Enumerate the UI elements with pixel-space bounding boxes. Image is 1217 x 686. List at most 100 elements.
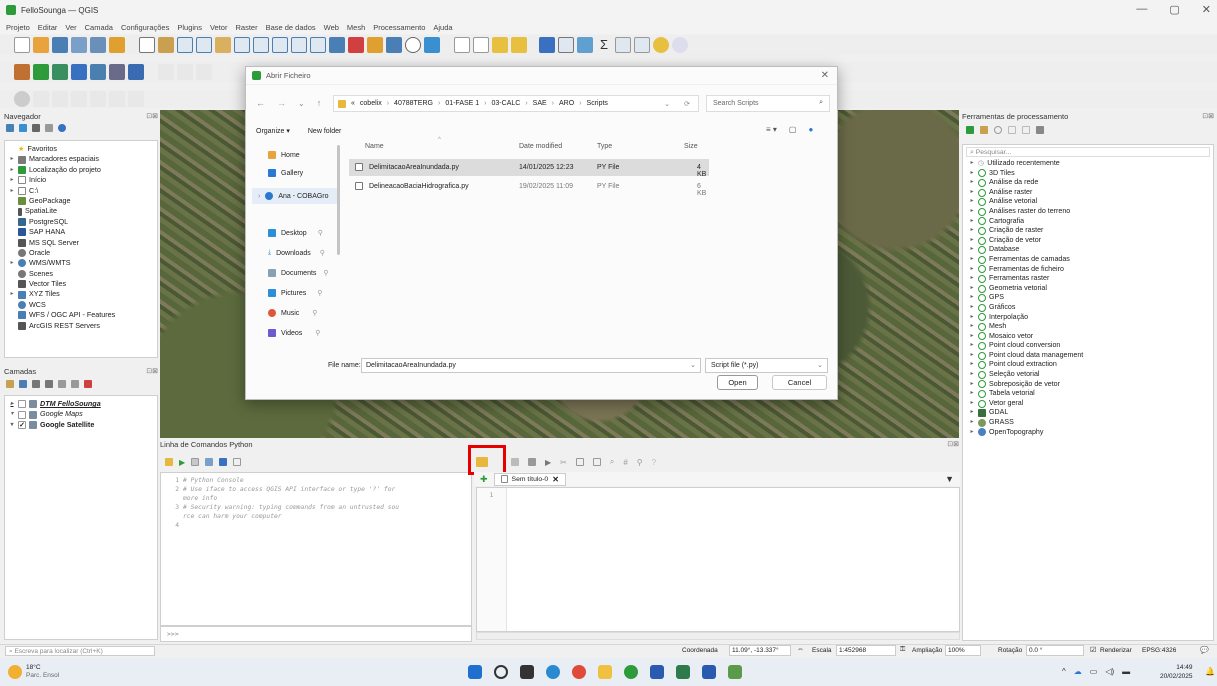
layer-checkbox[interactable] <box>18 410 26 419</box>
preview-pane-icon[interactable]: ▢ <box>789 125 797 134</box>
sidebar-item-onedrive[interactable]: › Ana - COBAGro <box>252 188 338 204</box>
proc-item-gdal[interactable]: ▸ GDAL <box>969 408 1207 418</box>
sidebar-item-gallery[interactable]: Gallery <box>268 169 303 177</box>
filter-legend-icon[interactable] <box>45 380 53 388</box>
close-tab-icon[interactable]: ✕ <box>552 475 559 484</box>
menu-plugins[interactable]: Plugins <box>177 23 202 32</box>
run-script-icon[interactable]: ▶ <box>545 458 551 467</box>
panel-float-close-icon[interactable]: ⊡⊠ <box>146 367 158 377</box>
copy-icon[interactable] <box>575 458 584 466</box>
lock-scale-icon[interactable]: ⚿ <box>900 646 905 654</box>
add-mesh-layer-icon[interactable] <box>90 64 106 80</box>
run-command-icon[interactable]: ▶ <box>179 458 185 467</box>
clock-icon[interactable] <box>405 37 421 53</box>
proc-item[interactable]: ▸ Point cloud data management <box>969 351 1207 361</box>
field-calculator-icon[interactable] <box>577 37 593 53</box>
organize-button[interactable]: Organize ▾ <box>256 127 290 135</box>
sidebar-scrollbar[interactable] <box>337 145 340 255</box>
menu-projeto[interactable]: Projeto <box>6 23 30 32</box>
zoom-native-icon[interactable] <box>272 37 288 53</box>
proc-item-recent[interactable]: ▸ ◷ Utilizado recentemente <box>969 159 1207 169</box>
coordinate-field[interactable]: 11.09°, -13.337° <box>729 645 791 656</box>
add-vector-layer-icon[interactable] <box>52 64 68 80</box>
proc-item[interactable]: ▸ Ferramentas de camadas <box>969 255 1207 265</box>
chrome-icon[interactable] <box>572 665 586 679</box>
add-group-icon[interactable] <box>19 380 27 388</box>
sidebar-item-desktop[interactable]: Desktop ⚲ <box>268 229 323 237</box>
options-icon[interactable] <box>1036 126 1044 134</box>
layer-checkbox[interactable] <box>18 400 26 409</box>
label-tool-icon[interactable] <box>33 91 49 107</box>
sidebar-item-downloads[interactable]: ⤓ Downloads ⚲ <box>268 249 325 257</box>
visibility-icon[interactable] <box>32 380 40 388</box>
proc-item[interactable]: ▸ Tabela vetorial <box>969 389 1207 399</box>
layer-google-maps[interactable]: ▾ Google Maps <box>9 409 153 419</box>
show-editor-icon[interactable] <box>191 458 200 466</box>
history-icon[interactable] <box>994 126 1002 134</box>
expand-all-icon[interactable] <box>58 380 66 388</box>
help-icon[interactable] <box>219 458 228 466</box>
style-manager-icon[interactable] <box>109 37 125 53</box>
navigator-item-wms[interactable]: ▸ WMS/WMTS <box>9 258 153 268</box>
add-delimited-icon[interactable] <box>128 64 144 80</box>
navigator-item-localizacao[interactable]: ▸ Localização do projeto <box>9 165 153 175</box>
proc-item[interactable]: ▸ 3D Tiles <box>969 169 1207 179</box>
address-dropdown-icon[interactable]: ⌄ <box>664 100 670 108</box>
qgis-taskbar-icon[interactable] <box>624 665 638 679</box>
editor-horizontal-scrollbar[interactable] <box>476 632 960 640</box>
weather-widget[interactable]: 18°C Parc. Ensol <box>8 664 59 680</box>
file-explorer-icon[interactable] <box>598 665 612 679</box>
sidebar-item-music[interactable]: Music ⚲ <box>268 309 317 317</box>
add-raster-layer-icon[interactable] <box>71 64 87 80</box>
magnifier-field[interactable]: 100% <box>945 645 981 656</box>
navigator-item-geopackage[interactable]: GeoPackage <box>9 196 153 206</box>
add-layer-icon[interactable] <box>33 64 49 80</box>
new-map-view-icon[interactable] <box>329 37 345 53</box>
cut-icon[interactable]: ✂ <box>560 458 567 467</box>
print-layout-icon[interactable] <box>90 37 106 53</box>
menu-mesh[interactable]: Mesh <box>347 23 365 32</box>
clock[interactable]: 14:49 20/02/2025 <box>1160 663 1193 681</box>
proc-item[interactable]: ▸ Mosaico vetor <box>969 332 1207 342</box>
label-show-icon[interactable] <box>71 91 87 107</box>
digitize-icon[interactable] <box>158 64 174 80</box>
paste-icon[interactable] <box>592 458 601 466</box>
settings-icon[interactable] <box>233 458 242 466</box>
menu-editar[interactable]: Editar <box>38 23 58 32</box>
proc-item[interactable]: ▸ Point cloud conversion <box>969 341 1207 351</box>
processing-search-input[interactable]: ⌕ Pesquisar... <box>966 147 1210 157</box>
save-as-script-icon[interactable] <box>528 458 536 466</box>
select-icon[interactable] <box>473 37 489 53</box>
address-bar[interactable]: « cobelix › 40788TERG › 01-FASE 1 › 03-CALC… <box>333 95 699 112</box>
file-row[interactable]: DelimitacaoAreaInundada.py 14/01/2025 12… <box>349 159 709 178</box>
proc-item[interactable]: ▸ Vetor geral <box>969 399 1207 409</box>
tabs-list-icon[interactable]: ▼ <box>945 474 954 484</box>
proc-item[interactable]: ▸ Sobreposição de vetor <box>969 380 1207 390</box>
column-type[interactable]: Type <box>597 143 612 150</box>
search-scripts-input[interactable]: Search Scripts ⌕ <box>706 95 830 112</box>
locator-input[interactable]: ⌕ Escreva para localizar (Ctrl+K) <box>5 646 155 656</box>
temporal-icon[interactable] <box>386 37 402 53</box>
edge-icon[interactable] <box>546 665 560 679</box>
proc-item-grass[interactable]: ▸ GRASS <box>969 418 1207 428</box>
up-icon[interactable]: ↑ <box>317 98 322 108</box>
results-icon[interactable] <box>1008 126 1016 134</box>
panel-float-close-icon[interactable]: ⊡⊠ <box>1202 112 1214 122</box>
navigator-item-spatialite[interactable]: SpatiaLite <box>9 206 153 216</box>
identify-icon[interactable] <box>454 37 470 53</box>
column-name[interactable]: Name <box>365 143 384 150</box>
add-tab-icon[interactable]: ✚ <box>480 474 488 485</box>
column-size[interactable]: Size <box>684 143 698 150</box>
file-name-input[interactable]: DelimitacaoAreaInundada.py ⌄ <box>361 358 701 373</box>
deselect-icon[interactable] <box>511 37 527 53</box>
scale-field[interactable]: 1:452968 <box>836 645 896 656</box>
zoom-selection-icon[interactable] <box>234 37 250 53</box>
save-as-icon[interactable] <box>71 37 87 53</box>
panel-float-close-icon[interactable]: ⊡⊠ <box>947 440 959 450</box>
add-wms-layer-icon[interactable] <box>109 64 125 80</box>
select-feature-icon[interactable] <box>492 37 508 53</box>
refresh-icon[interactable] <box>19 124 27 132</box>
maximize-button[interactable]: ▢ <box>1169 3 1179 16</box>
info-icon[interactable] <box>58 124 66 132</box>
crs-button[interactable]: EPSG:4326 <box>1142 647 1176 654</box>
